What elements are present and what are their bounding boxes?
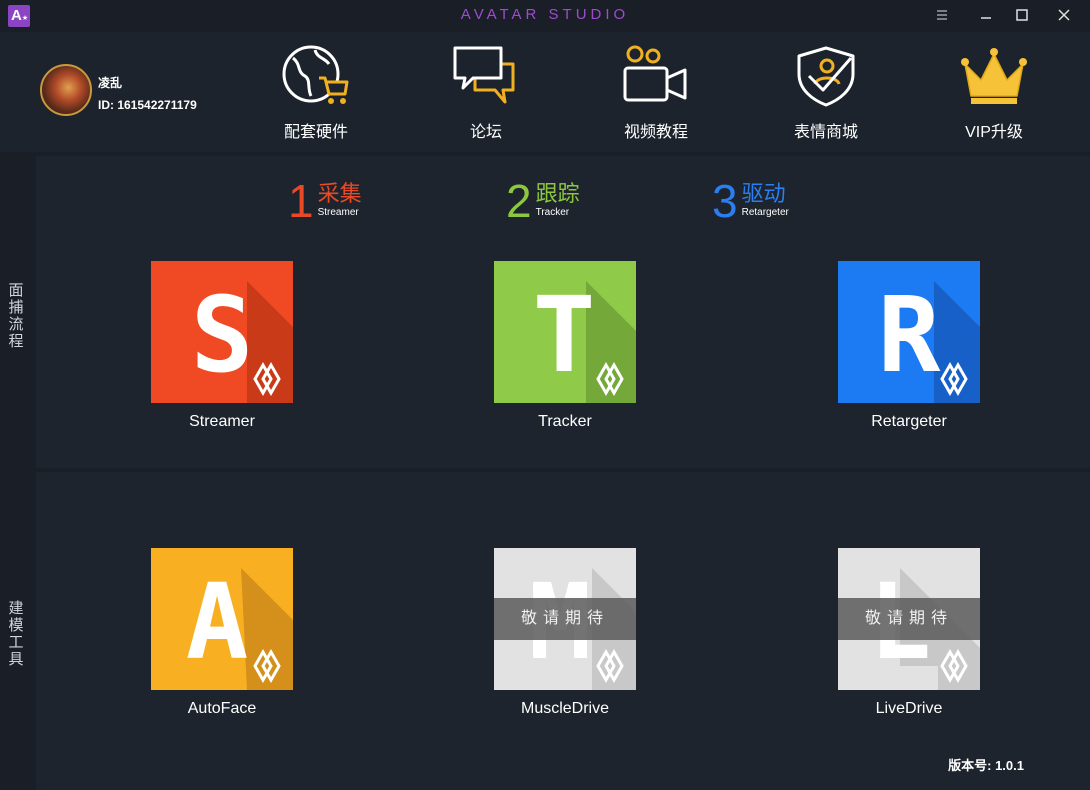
step-capture: 1 采集 Streamer (288, 178, 362, 224)
minimize-icon[interactable] (974, 4, 998, 26)
crown-icon (961, 48, 1027, 104)
user-id: ID: 161542271179 (98, 98, 197, 112)
retargeter-label: Retargeter (871, 413, 947, 430)
title-bar: A★ AVATAR STUDIO (0, 0, 1090, 32)
livedrive-label: LiveDrive (875, 700, 943, 717)
rail-capture-flow-label: 面捕流程 (8, 282, 24, 350)
autoface-logo-icon: A (151, 548, 293, 690)
autoface-label: AutoFace (187, 700, 257, 717)
maximize-icon[interactable] (1010, 4, 1034, 26)
capture-flow-section: 1 采集 Streamer 2 跟踪 Tracker 3 驱动 Retarget… (36, 156, 1090, 468)
retargeter-logo-icon: R (838, 261, 980, 403)
step-retargeting: 3 驱动 Retargeter (712, 178, 789, 224)
step-capture-title: 采集 (317, 181, 362, 206)
tracker-tile[interactable]: T (494, 261, 636, 403)
tracker-letter: T (533, 274, 596, 396)
nav-hardware-label: 配套硬件 (283, 124, 348, 141)
app-livedrive[interactable]: L 敬请期待 LiveDrive (838, 548, 980, 718)
streamer-letter: S (191, 274, 254, 396)
step-retargeting-number: 3 (712, 175, 738, 227)
muscledrive-coming-soon-badge: 敬请期待 (494, 598, 636, 640)
globe-cart-icon (282, 45, 349, 104)
step-capture-number: 1 (288, 175, 314, 227)
app-retargeter[interactable]: R Retargeter (838, 261, 980, 431)
streamer-tile[interactable]: S (151, 261, 293, 403)
shield-user-icon (797, 46, 855, 107)
modeling-tools-section: A AutoFace M 敬请期待 MuscleDrive L (36, 472, 1090, 790)
step-tracking-number: 2 (506, 175, 532, 227)
tracker-logo-icon: T (494, 261, 636, 403)
retargeter-letter: R (878, 274, 941, 396)
tracker-label: Tracker (538, 413, 592, 430)
version-label: 版本号: 1.0.1 (948, 758, 1024, 773)
rail-modeling-tools: 建模工具 (0, 472, 32, 790)
app-streamer[interactable]: S Streamer (151, 261, 293, 431)
autoface-letter: A (186, 561, 249, 683)
window-title: AVATAR STUDIO (460, 6, 630, 23)
step-tracking-subtitle: Tracker (535, 207, 570, 218)
muscledrive-tile[interactable]: M 敬请期待 (494, 548, 636, 690)
close-icon[interactable] (1052, 4, 1076, 26)
chat-bubbles-icon (453, 46, 515, 104)
streamer-label: Streamer (189, 413, 255, 430)
avatar[interactable] (40, 64, 92, 116)
nav-store-label: 表情商城 (793, 124, 858, 141)
app-autoface[interactable]: A AutoFace (151, 548, 293, 718)
menu-icon[interactable] (930, 4, 954, 26)
nav-expression-store[interactable]: 表情商城 (756, 44, 896, 144)
username: 凌乱 (98, 76, 123, 90)
video-camera-icon (623, 45, 687, 102)
livedrive-coming-soon-badge: 敬请期待 (838, 598, 980, 640)
muscledrive-label: MuscleDrive (520, 700, 609, 717)
app-muscledrive[interactable]: M 敬请期待 MuscleDrive (494, 548, 636, 718)
app-tracker[interactable]: T Tracker (494, 261, 636, 431)
step-capture-subtitle: Streamer (317, 207, 359, 218)
step-retargeting-subtitle: Retargeter (741, 207, 789, 218)
header-bar: 凌乱 ID: 161542271179 配套硬件 论坛 视频教程 表情商城 VI… (0, 32, 1090, 152)
nav-forum-label: 论坛 (469, 124, 502, 141)
livedrive-tile[interactable]: L 敬请期待 (838, 548, 980, 690)
step-tracking: 2 跟踪 Tracker (506, 178, 580, 224)
autoface-tile[interactable]: A (151, 548, 293, 690)
nav-vip-label: VIP升级 (965, 124, 1023, 141)
nav-video-tutorials[interactable]: 视频教程 (586, 44, 726, 144)
nav-vip-upgrade[interactable]: VIP升级 (924, 44, 1064, 144)
streamer-logo-icon: S (151, 261, 293, 403)
nav-video-label: 视频教程 (623, 124, 688, 141)
rail-capture-flow: 面捕流程 (0, 156, 32, 468)
rail-modeling-tools-label: 建模工具 (8, 600, 24, 668)
step-retargeting-title: 驱动 (741, 181, 786, 206)
nav-forum[interactable]: 论坛 (416, 44, 556, 144)
step-tracking-title: 跟踪 (535, 181, 580, 206)
nav-hardware[interactable]: 配套硬件 (246, 44, 386, 144)
retargeter-tile[interactable]: R (838, 261, 980, 403)
